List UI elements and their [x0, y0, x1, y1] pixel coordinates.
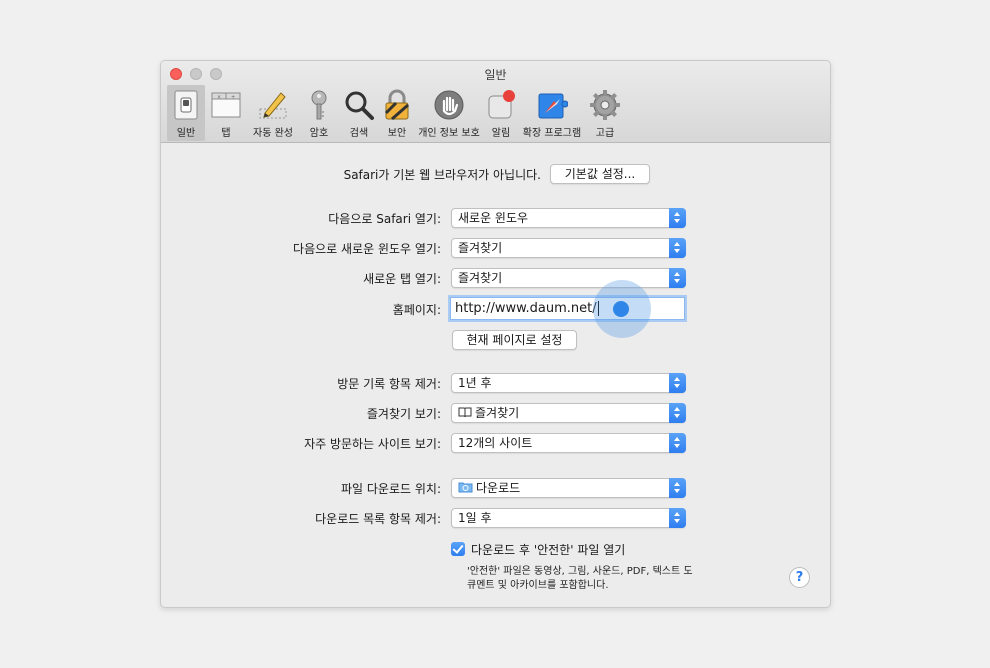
key-icon [303, 89, 335, 121]
tab-security[interactable]: 보안 [379, 85, 415, 141]
new-tabs-label: 새로운 탭 열기: [363, 272, 441, 286]
popup-arrows-icon [669, 268, 686, 288]
download-location-label: 파일 다운로드 위치: [341, 482, 441, 496]
open-safe-files-checkbox[interactable] [451, 542, 465, 556]
open-safe-files-label: 다운로드 후 '안전한' 파일 열기 [471, 543, 626, 557]
open-with-popup[interactable]: 새로운 윈도우 [451, 208, 686, 228]
new-windows-label: 다음으로 새로운 윈도우 열기: [293, 242, 441, 256]
tab-extensions[interactable]: 확장 프로그램 [519, 85, 585, 141]
favorites-shows-label: 즐겨찾기 보기: [366, 407, 441, 421]
download-location-popup[interactable]: 다운로드 [451, 478, 686, 498]
help-button[interactable]: ? [789, 567, 810, 588]
popup-arrows-icon [669, 433, 686, 453]
tab-autofill[interactable]: 자동 완성 [247, 85, 299, 141]
safe-files-note-line2: 큐멘트 및 아카이브를 포함합니다. [467, 580, 609, 591]
default-browser-message: Safari가 기본 웹 브라우저가 아닙니다. [343, 168, 541, 182]
title-bar: 일반 일반 × + 탭 자동 완성 암호 검색 보안 개인 정보 보호 알림 확… [161, 61, 830, 143]
tabs-icon: × + [210, 89, 242, 121]
tab-privacy[interactable]: 개인 정보 보호 [415, 85, 483, 141]
top-sites-label: 자주 방문하는 사이트 보기: [304, 437, 441, 451]
gear-icon [589, 89, 621, 121]
svg-text:×: × [217, 95, 221, 101]
top-sites-popup[interactable]: 12개의 사이트 [451, 433, 686, 453]
hand-icon [433, 89, 465, 121]
tab-passwords[interactable]: 암호 [299, 85, 339, 141]
new-windows-popup[interactable]: 즐겨찾기 [451, 238, 686, 258]
tab-tabs[interactable]: × + 탭 [205, 85, 247, 141]
svg-text:+: + [231, 95, 235, 101]
remove-downloads-label: 다운로드 목록 항목 제거: [315, 512, 441, 526]
extensions-puzzle-icon [536, 89, 569, 121]
preferences-toolbar: 일반 × + 탭 자동 완성 암호 검색 보안 개인 정보 보호 알림 확장 프… [167, 85, 625, 141]
set-default-button[interactable]: 기본값 설정... [550, 164, 650, 184]
tab-notifications[interactable]: 알림 [483, 85, 519, 141]
homepage-label: 홈페이지: [392, 303, 441, 317]
set-current-page-button[interactable]: 현재 페이지로 설정 [452, 330, 577, 350]
preferences-window: 일반 일반 × + 탭 자동 완성 암호 검색 보안 개인 정보 보호 알림 확… [160, 60, 831, 608]
autofill-pencil-icon [257, 89, 289, 121]
new-tabs-popup[interactable]: 즐겨찾기 [451, 268, 686, 288]
remove-downloads-popup[interactable]: 1일 후 [451, 508, 686, 528]
popup-arrows-icon [669, 508, 686, 528]
safe-files-note-line1: '안전한' 파일은 동영상, 그림, 사운드, PDF, 텍스트 도 [467, 566, 693, 577]
general-switch-icon [170, 89, 202, 121]
window-title: 일반 [484, 68, 507, 82]
book-icon [458, 407, 472, 418]
popup-arrows-icon [669, 403, 686, 423]
general-pane: Safari가 기본 웹 브라우저가 아닙니다. 기본값 설정... 다음으로 … [161, 144, 830, 607]
popup-arrows-icon [669, 208, 686, 228]
favorites-shows-popup[interactable]: 즐겨찾기 [451, 403, 686, 423]
notification-badge-icon [485, 89, 517, 121]
popup-arrows-icon [669, 478, 686, 498]
open-with-label: 다음으로 Safari 열기: [328, 212, 441, 226]
pointer-dot [613, 301, 629, 317]
downloads-folder-icon [458, 482, 473, 493]
tab-advanced[interactable]: 고급 [585, 85, 625, 141]
popup-arrows-icon [669, 238, 686, 258]
magnifier-icon [343, 89, 375, 121]
remove-history-label: 방문 기록 항목 제거: [337, 377, 441, 391]
padlock-icon [381, 89, 413, 121]
tab-search[interactable]: 검색 [339, 85, 379, 141]
tab-general[interactable]: 일반 [167, 85, 205, 141]
remove-history-popup[interactable]: 1년 후 [451, 373, 686, 393]
popup-arrows-icon [669, 373, 686, 393]
